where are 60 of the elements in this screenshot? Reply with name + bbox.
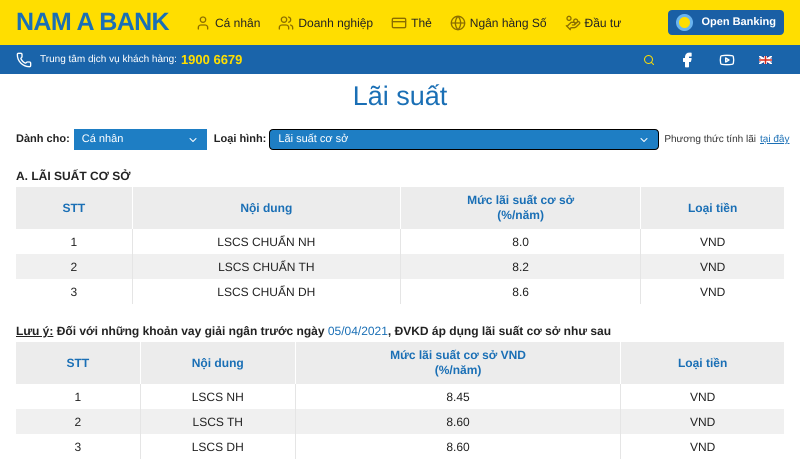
- table-cell: VND: [620, 384, 784, 409]
- nav-link[interactable]: Cá nhân: [195, 14, 260, 32]
- page-title: Lãi suất: [352, 80, 448, 113]
- nav-link[interactable]: Ngân hàng Số: [450, 14, 547, 32]
- table-cell: 2: [16, 409, 140, 434]
- open-banking-button[interactable]: Open Banking: [668, 10, 784, 35]
- table-cell: VND: [640, 254, 784, 279]
- flag-icon[interactable]: [759, 56, 772, 64]
- table-cell: 8.60: [295, 434, 621, 459]
- coins-icon: [564, 14, 581, 30]
- note-text: Lưu ý: Đối với những khoản vay giải ngân trước ngày 05/04/2021, ĐVKD áp dụng lãi suất cơ sở như sau: [16, 323, 612, 340]
- filter-label: Loại hình:: [214, 132, 266, 148]
- logo[interactable]: NAM A BANK: [16, 4, 169, 42]
- hotline-label: Trung tâm dịch vụ khách hàng:: [40, 53, 177, 67]
- table-cell: VND: [640, 229, 784, 254]
- column-header: STT: [16, 187, 132, 229]
- method-link[interactable]: tại đây: [760, 132, 790, 147]
- audience-select[interactable]: Cá nhân: [74, 129, 207, 150]
- table-cell: 8.6: [400, 279, 641, 304]
- table-cell: LSCS TH: [140, 409, 296, 434]
- table-cell: LSCS DH: [140, 434, 296, 459]
- table-cell: 8.0: [400, 229, 641, 254]
- column-header: Mức lãi suất cơ sở (%/năm): [400, 187, 641, 229]
- table-cell: LSCS CHUẨN DH: [132, 279, 400, 304]
- column-header: Nội dung: [140, 342, 296, 384]
- nav-link[interactable]: Thẻ: [391, 14, 432, 32]
- logo-icon: [676, 14, 694, 31]
- table-cell: 8.45: [295, 384, 621, 409]
- table-cell: LSCS NH: [140, 384, 296, 409]
- youtube-icon[interactable]: [719, 52, 735, 68]
- table-cell: 1: [16, 384, 140, 409]
- column-header: Mức lãi suất cơ sở VND (%/năm): [295, 342, 621, 384]
- filter-label: Dành cho:: [16, 132, 70, 148]
- table-cell: LSCS CHUẨN TH: [132, 254, 400, 279]
- column-header: Loại tiền: [620, 342, 784, 384]
- people-icon: [278, 14, 294, 30]
- nav-link[interactable]: Đầu tư: [564, 14, 622, 32]
- table-cell: 3: [16, 279, 132, 304]
- table-cell: VND: [640, 279, 784, 304]
- search-icon[interactable]: [643, 54, 655, 66]
- table-cell: 8.60: [295, 409, 621, 434]
- hotline-number[interactable]: 1900 6679: [180, 50, 242, 70]
- column-header: Loại tiền: [640, 187, 784, 229]
- table-cell: LSCS CHUẨN NH: [132, 229, 400, 254]
- person-icon: [195, 14, 211, 30]
- type-select[interactable]: Lãi suất cơ sở: [269, 129, 660, 150]
- table-cell: 8.2: [400, 254, 641, 279]
- phone-icon: [16, 52, 32, 68]
- table-cell: 2: [16, 254, 132, 279]
- section-heading: A. LÃI SUẤT CƠ SỞ: [16, 168, 132, 185]
- nav-link[interactable]: Doanh nghiệp: [278, 14, 374, 32]
- table-cell: 3: [16, 434, 140, 459]
- card-icon: [391, 14, 408, 30]
- column-header: STT: [16, 342, 140, 384]
- table-cell: VND: [620, 434, 784, 459]
- method-text: Phương thức tính lãi: [664, 133, 756, 147]
- column-header: Nội dung: [132, 187, 400, 229]
- globe-icon: [450, 14, 466, 30]
- table-cell: 1: [16, 229, 132, 254]
- table-cell: VND: [620, 409, 784, 434]
